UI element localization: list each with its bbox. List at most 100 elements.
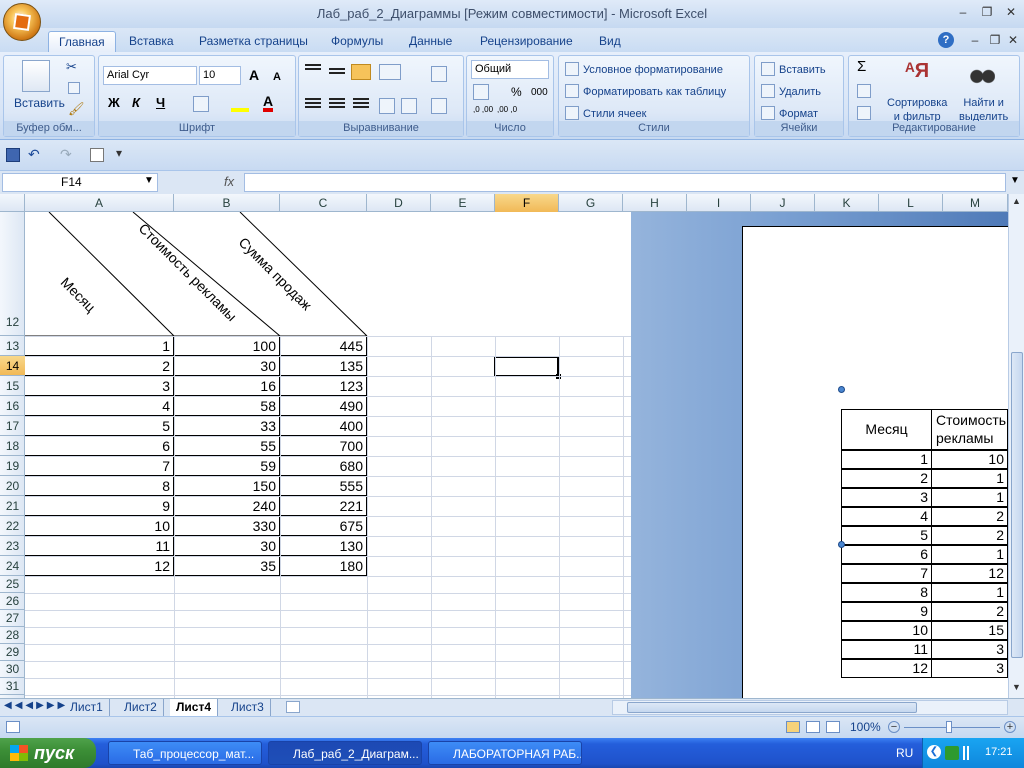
scroll-up-icon[interactable]: ▲ (1010, 196, 1023, 210)
column-header[interactable]: J (751, 194, 815, 212)
find-select-button[interactable]: Найти и выделить (959, 96, 1008, 124)
autosum-button[interactable]: Σ (857, 59, 866, 74)
increase-indent-icon[interactable] (401, 98, 417, 114)
row-header[interactable]: 21 (0, 496, 25, 516)
name-box[interactable]: F14 (2, 173, 158, 192)
align-middle-icon[interactable] (329, 68, 345, 76)
table-cell[interactable]: 8 (25, 476, 174, 496)
clear-icon[interactable] (857, 106, 871, 120)
formula-input[interactable] (244, 173, 1006, 192)
insert-sheet-icon[interactable] (286, 701, 300, 713)
column-header[interactable]: M (943, 194, 1008, 212)
chart-page[interactable]: Месяц Стоимость рекламы 1 10 2 1 3 1 4 2 5 2 6 1 7 12 8 1 9… (742, 226, 1008, 698)
name-box-dropdown-icon[interactable]: ▼ (144, 175, 154, 186)
shrink-font-button[interactable]: A (273, 70, 281, 84)
row-header[interactable]: 19 (0, 456, 25, 476)
ribbon-close-button[interactable]: ✕ (1002, 32, 1024, 48)
table-cell[interactable]: 30 (174, 356, 280, 376)
cell-styles-button[interactable]: Стили ячеек (583, 107, 646, 121)
tab-insert[interactable]: Вставка (119, 31, 184, 52)
conditional-format-button[interactable]: Условное форматирование (583, 63, 723, 77)
zoom-out-icon[interactable]: − (888, 721, 900, 733)
page-break-view-icon[interactable] (826, 721, 840, 733)
delete-cells-button[interactable]: Удалить (779, 85, 821, 99)
selection-handle[interactable] (838, 541, 845, 548)
table-cell[interactable]: 59 (174, 456, 280, 476)
table-cell[interactable]: 123 (280, 376, 367, 396)
column-header-selected[interactable]: F (495, 194, 559, 212)
column-header[interactable]: I (687, 194, 751, 212)
column-header[interactable]: B (174, 194, 280, 212)
minimize-button[interactable]: – (952, 4, 974, 20)
table-cell[interactable]: 100 (174, 336, 280, 356)
table-cell[interactable]: 33 (174, 416, 280, 436)
grow-font-button[interactable]: A (249, 68, 259, 82)
borders-icon[interactable] (193, 96, 209, 112)
vertical-scrollbar[interactable]: ▲ ▼ (1008, 194, 1024, 698)
row-header[interactable]: 13 (0, 336, 25, 356)
sheet-tab[interactable]: Лист2 (118, 699, 164, 716)
tray-expand-icon[interactable]: ❮ (927, 745, 941, 759)
font-size-select[interactable]: 10 (199, 66, 241, 85)
fill-color-icon[interactable] (231, 108, 249, 112)
fill-icon[interactable] (857, 84, 871, 98)
row-header[interactable]: 14 (0, 356, 25, 376)
table-cell[interactable]: 445 (280, 336, 367, 356)
undo-icon[interactable]: ↶ (28, 146, 40, 163)
row-header[interactable]: 18 (0, 436, 25, 456)
row-header[interactable]: 23 (0, 536, 25, 556)
format-cells-button[interactable]: Формат (779, 107, 818, 121)
merge-center-icon[interactable] (431, 98, 447, 114)
table-cell[interactable]: 55 (174, 436, 280, 456)
customize-qat-icon[interactable]: ▾ (116, 146, 122, 160)
percent-button[interactable]: % (511, 85, 522, 99)
table-cell[interactable]: 150 (174, 476, 280, 496)
table-cell[interactable]: 680 (280, 456, 367, 476)
office-button[interactable] (3, 3, 41, 41)
table-cell[interactable]: 3 (25, 376, 174, 396)
horizontal-scrollbar[interactable] (612, 700, 1008, 715)
save-icon[interactable] (6, 148, 20, 162)
normal-view-icon[interactable] (786, 721, 800, 733)
bold-button[interactable]: Ж (108, 96, 120, 110)
sheet-nav-icons[interactable]: ◀◀◀▶▶▶ (4, 700, 68, 711)
tab-data[interactable]: Данные (399, 31, 462, 52)
table-cell[interactable]: 7 (25, 456, 174, 476)
cut-icon[interactable]: ✂ (66, 60, 77, 74)
align-left-icon[interactable] (305, 98, 321, 110)
decrease-decimal-button[interactable]: ,00 ,0 (497, 106, 517, 114)
row-header[interactable]: 26 (0, 593, 25, 610)
table-cell[interactable]: 135 (280, 356, 367, 376)
print-preview-icon[interactable] (90, 148, 104, 162)
font-color-button[interactable]: A (263, 94, 274, 112)
table-cell[interactable]: 30 (174, 536, 280, 556)
format-painter-icon[interactable]: 🖌 (68, 102, 85, 116)
wrap-text-icon[interactable] (431, 66, 447, 82)
column-header[interactable]: H (623, 194, 687, 212)
row-header[interactable]: 27 (0, 610, 25, 627)
row-header[interactable]: 30 (0, 661, 25, 678)
close-button[interactable]: ✕ (1000, 4, 1022, 20)
table-cell[interactable]: 2 (25, 356, 174, 376)
zoom-in-icon[interactable]: + (1004, 721, 1016, 733)
table-cell[interactable]: 4 (25, 396, 174, 416)
table-cell[interactable]: 58 (174, 396, 280, 416)
column-header[interactable]: D (367, 194, 431, 212)
tab-formulas[interactable]: Формулы (321, 31, 393, 52)
table-cell[interactable]: 6 (25, 436, 174, 456)
row-header[interactable]: 15 (0, 376, 25, 396)
table-cell[interactable]: 130 (280, 536, 367, 556)
row-header[interactable]: 25 (0, 576, 25, 593)
format-as-table-button[interactable]: Форматировать как таблицу (583, 85, 726, 99)
underline-button[interactable]: Ч (156, 96, 165, 110)
taskbar-item-active[interactable]: Лаб_раб_2_Диаграм... (268, 741, 422, 765)
table-cell[interactable]: 700 (280, 436, 367, 456)
table-cell[interactable]: 180 (280, 556, 367, 576)
orientation-icon[interactable] (379, 64, 401, 80)
align-center-icon[interactable] (329, 98, 345, 110)
sheet-tab[interactable]: Лист3 (225, 699, 271, 716)
page-layout-view-icon[interactable] (806, 721, 820, 733)
table-cell[interactable]: 1 (25, 336, 174, 356)
table-cell[interactable]: 675 (280, 516, 367, 536)
table-cell[interactable]: 400 (280, 416, 367, 436)
